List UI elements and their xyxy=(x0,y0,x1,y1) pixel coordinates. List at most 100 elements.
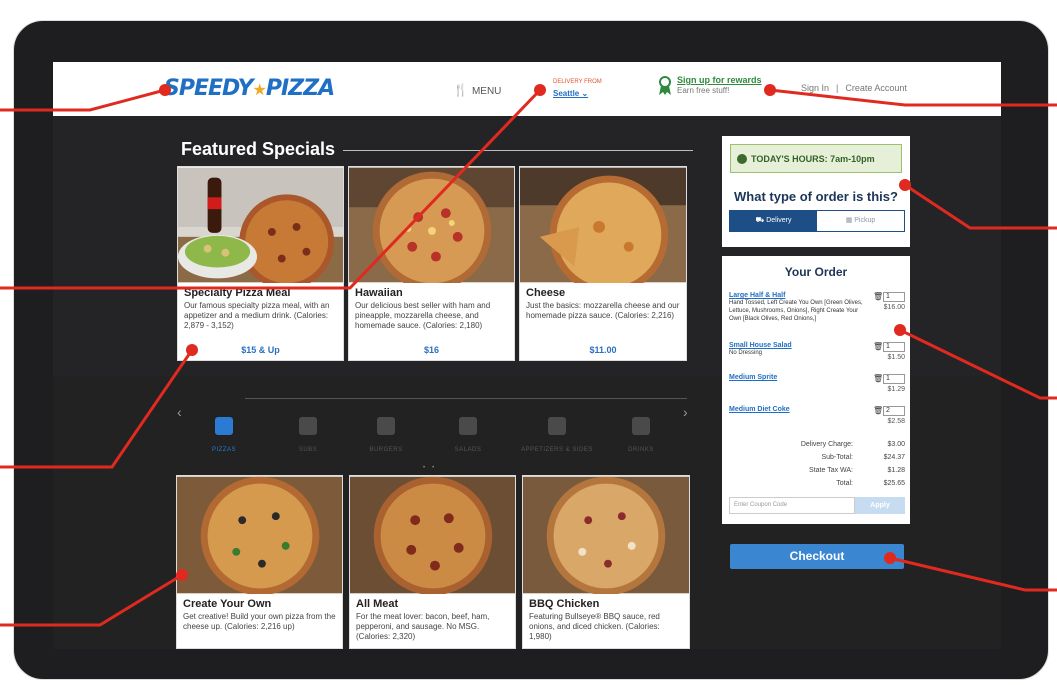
specialty-meal-image xyxy=(178,167,343,283)
pickup-option[interactable]: ▦ Pickup xyxy=(817,211,904,231)
trash-icon[interactable]: 🗑 xyxy=(873,374,883,383)
cheese-pizza-image xyxy=(520,167,686,283)
prev-category-arrow[interactable]: ‹ xyxy=(177,404,182,420)
auth-separator: | xyxy=(836,83,839,93)
star-icon: ★ xyxy=(252,80,267,99)
featured-card-price[interactable]: $16 xyxy=(349,345,514,355)
quantity-select[interactable]: 1 xyxy=(883,374,905,384)
category-label: SUBS xyxy=(298,447,318,453)
category-label: SALADS xyxy=(454,447,482,453)
total-value: $3.00 xyxy=(887,441,905,448)
featured-card-price[interactable]: $15 & Up xyxy=(178,345,343,355)
category-salads[interactable]: SALADS xyxy=(428,417,508,453)
total-label: Delivery Charge: xyxy=(800,441,853,448)
category-label: APPETIZERS & SIDES xyxy=(521,447,593,453)
quantity-select[interactable]: 1 xyxy=(883,342,905,352)
order-item: Medium Diet Coke 🗑 2 $2.58 xyxy=(729,406,905,428)
featured-card-desc: Just the basics: mozzarella cheese and o… xyxy=(526,301,680,320)
order-item-qty: 🗑 2 xyxy=(873,406,905,416)
featured-card-hawaiian[interactable]: Hawaiian Our delicious best seller with … xyxy=(348,166,515,361)
category-label: PIZZAS xyxy=(211,447,236,453)
order-summary-panel: Your Order Large Half & Half Hand Tossed… xyxy=(722,256,910,524)
sign-in-link[interactable]: Sign In xyxy=(801,83,829,93)
menu-card-desc: Get creative! Build your own pizza from … xyxy=(183,612,336,631)
delivery-label: DELIVERY FROM xyxy=(553,79,602,85)
apply-coupon-button[interactable]: Apply xyxy=(855,497,905,514)
coupon-input[interactable]: Enter Coupon Code xyxy=(729,497,855,514)
cup-icon xyxy=(632,417,650,435)
todays-hours: TODAY'S HOURS: 7am-10pm xyxy=(730,144,902,173)
order-item: Large Half & Half Hand Tossed, Left Crea… xyxy=(729,292,905,334)
menu-card-title: BBQ Chicken xyxy=(529,598,600,610)
menu-divider xyxy=(245,398,687,399)
menu-card-title: All Meat xyxy=(356,598,399,610)
leaf-icon xyxy=(459,417,477,435)
category-subs[interactable]: SUBS xyxy=(268,417,348,453)
trash-icon[interactable]: 🗑 xyxy=(873,292,883,301)
total-value: $1.28 xyxy=(887,467,905,474)
total-label: Total: xyxy=(836,480,853,487)
order-item-qty: 🗑 1 xyxy=(873,292,905,302)
hours-text: TODAY'S HOURS: 7am-10pm xyxy=(751,154,875,164)
order-item-price: $16.00 xyxy=(883,304,905,311)
category-label: DRINKS xyxy=(628,447,654,453)
pizza-slice-icon xyxy=(215,417,233,435)
carousel-dots[interactable]: •• xyxy=(423,465,441,471)
create-account-link[interactable]: Create Account xyxy=(845,83,907,93)
category-drinks[interactable]: DRINKS xyxy=(601,417,681,453)
order-item-detail: No Dressing xyxy=(729,350,763,356)
site-header: SPEEDY★PIZZA 🍴 MENU DELIVERY FROM Seattle… xyxy=(53,62,1001,116)
delivery-option[interactable]: ⛟ Delivery xyxy=(730,211,817,231)
total-label: State Tax WA: xyxy=(809,467,853,474)
menu-card-desc: For the meat lover: bacon, beef, ham, pe… xyxy=(356,612,490,641)
menu-nav-link[interactable]: 🍴 MENU xyxy=(453,83,501,97)
featured-card-price[interactable]: $11.00 xyxy=(520,345,686,355)
rewards-subtext: Earn free stuff! xyxy=(677,86,730,95)
menu-card-create-your-own[interactable]: Create Your Own Get creative! Build your… xyxy=(176,475,343,649)
pickup-option-label: Pickup xyxy=(854,217,876,224)
trash-icon[interactable]: 🗑 xyxy=(873,406,883,415)
bbq-chicken-image xyxy=(523,476,689,594)
menu-card-bbq-chicken[interactable]: BBQ Chicken Featuring Bullseye® BBQ sauc… xyxy=(522,475,690,649)
total-value: $25.65 xyxy=(883,480,905,487)
quantity-select[interactable]: 2 xyxy=(883,406,905,416)
next-category-arrow[interactable]: › xyxy=(683,404,688,420)
store-icon: ▦ xyxy=(845,217,855,224)
rewards-link[interactable]: Sign up for rewards xyxy=(677,75,762,85)
category-label: BURGERS xyxy=(369,447,403,453)
delivery-city[interactable]: Seattle ⌄ xyxy=(553,89,588,98)
featured-card-title: Specialty Pizza Meal xyxy=(184,287,291,299)
order-item-price: $1.29 xyxy=(887,386,905,393)
screen: SPEEDY★PIZZA 🍴 MENU DELIVERY FROM Seattle… xyxy=(53,62,1001,649)
delivery-option-label: Delivery xyxy=(766,217,792,224)
trash-icon[interactable]: 🗑 xyxy=(873,342,883,351)
quantity-select[interactable]: 1 xyxy=(883,292,905,302)
featured-card-title: Cheese xyxy=(526,287,566,299)
menu-card-all-meat[interactable]: All Meat For the meat lover: bacon, beef… xyxy=(349,475,516,649)
total-value: $24.37 xyxy=(883,454,905,461)
logo-text-2: PIZZA xyxy=(265,76,335,101)
logo[interactable]: SPEEDY★PIZZA xyxy=(164,76,335,101)
fries-icon xyxy=(548,417,566,435)
featured-card-cheese[interactable]: Cheese Just the basics: mozzarella chees… xyxy=(519,166,687,361)
menu-section-title: Menu xyxy=(181,386,228,406)
featured-card-desc: Our famous specialty pizza meal, with an… xyxy=(184,301,330,330)
category-burgers[interactable]: BURGERS xyxy=(346,417,426,453)
featured-card-specialty-meal[interactable]: Specialty Pizza Meal Our famous specialt… xyxy=(177,166,344,361)
clock-icon xyxy=(737,154,747,164)
stage: SPEEDY★PIZZA 🍴 MENU DELIVERY FROM Seattle… xyxy=(0,0,1057,685)
featured-card-desc: Our delicious best seller with ham and p… xyxy=(355,301,491,330)
award-ribbon-icon xyxy=(659,76,671,95)
burger-icon xyxy=(377,417,395,435)
checkout-button[interactable]: Checkout xyxy=(730,544,904,569)
category-pizzas[interactable]: PIZZAS xyxy=(184,417,264,453)
featured-divider xyxy=(343,150,693,151)
hawaiian-pizza-image xyxy=(349,167,514,283)
utensils-icon: 🍴 xyxy=(453,83,468,97)
category-appetizers[interactable]: APPETIZERS & SIDES xyxy=(509,417,605,453)
sandwich-icon xyxy=(299,417,317,435)
delivery-location[interactable]: DELIVERY FROM Seattle ⌄ xyxy=(553,77,602,99)
all-meat-image xyxy=(350,476,515,594)
order-title: Your Order xyxy=(784,265,848,279)
car-icon: ⛟ xyxy=(755,217,767,224)
